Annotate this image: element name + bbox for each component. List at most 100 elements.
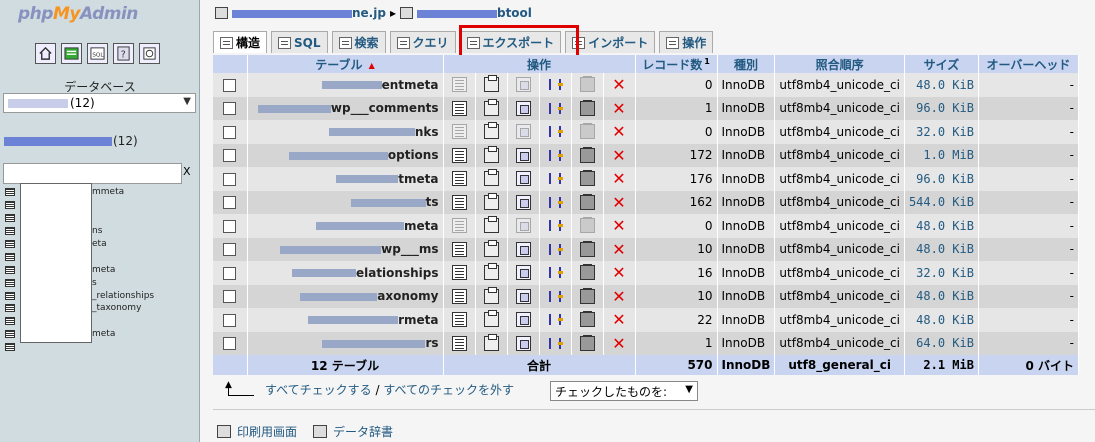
browse-icon[interactable] xyxy=(451,194,467,210)
tab-import[interactable]: インポート xyxy=(565,31,656,53)
table-name-link[interactable]: wp___comments xyxy=(247,96,444,120)
data-dictionary-link[interactable]: データ辞書 xyxy=(333,423,393,440)
search-icon[interactable] xyxy=(515,147,531,163)
row-checkbox[interactable] xyxy=(223,102,237,116)
table-name-link[interactable]: ts xyxy=(247,190,444,214)
table-size[interactable]: 1.0 MiB xyxy=(904,143,979,167)
table-name-link[interactable]: axonomy xyxy=(247,284,444,308)
drop-icon[interactable]: ✕ xyxy=(612,288,627,304)
sql-docs-icon[interactable]: SQL xyxy=(87,43,108,64)
database-select[interactable]: (12) ▼ xyxy=(3,93,196,113)
table-name-link[interactable]: elationships xyxy=(247,261,444,285)
row-checkbox[interactable] xyxy=(223,125,237,139)
table-size[interactable]: 544.0 KiB xyxy=(904,190,979,214)
home-icon[interactable] xyxy=(35,43,56,64)
structure-icon[interactable] xyxy=(483,122,499,140)
table-size[interactable]: 32.0 KiB xyxy=(904,120,979,144)
insert-icon[interactable] xyxy=(548,265,563,280)
empty-table-icon[interactable] xyxy=(579,217,595,234)
structure-icon[interactable] xyxy=(483,263,499,281)
current-database-link[interactable]: (12) xyxy=(4,134,138,148)
breadcrumb-server[interactable]: ne.jp xyxy=(232,6,386,20)
row-checkbox[interactable] xyxy=(223,266,237,280)
tab-query[interactable]: クエリ xyxy=(389,31,456,53)
browse-icon[interactable] xyxy=(451,171,467,187)
insert-icon[interactable] xyxy=(548,336,563,351)
drop-icon[interactable]: ✕ xyxy=(612,218,627,234)
drop-icon[interactable]: ✕ xyxy=(612,241,627,257)
structure-icon[interactable] xyxy=(483,169,499,187)
size-column-header[interactable]: サイズ xyxy=(904,55,979,73)
empty-table-icon[interactable] xyxy=(579,264,595,281)
empty-table-icon[interactable] xyxy=(579,76,595,93)
empty-table-icon[interactable] xyxy=(579,287,595,304)
overhead-column-header[interactable]: オーバーヘッド xyxy=(978,55,1079,73)
browse-icon[interactable] xyxy=(451,288,467,304)
search-icon[interactable] xyxy=(515,241,531,257)
changelog-icon[interactable] xyxy=(139,43,160,64)
tab-export[interactable]: エクスポート xyxy=(459,31,562,53)
table-name-link[interactable]: options xyxy=(247,143,444,167)
collation-column-header[interactable]: 照合順序 xyxy=(774,55,905,73)
check-all-link[interactable]: すべてチェックする xyxy=(265,381,372,398)
table-size[interactable]: 48.0 KiB xyxy=(904,237,979,261)
structure-icon[interactable] xyxy=(483,145,499,163)
drop-icon[interactable]: ✕ xyxy=(612,312,627,328)
insert-icon[interactable] xyxy=(548,195,563,210)
uncheck-all-link[interactable]: すべてのチェックを外す xyxy=(383,381,514,398)
insert-icon[interactable] xyxy=(548,218,563,233)
with-selected-select[interactable]: チェックしたものを: ▼ xyxy=(550,381,698,401)
search-icon[interactable] xyxy=(515,100,531,116)
empty-table-icon[interactable] xyxy=(579,334,595,351)
drop-icon[interactable]: ✕ xyxy=(612,265,627,281)
row-checkbox[interactable] xyxy=(223,313,237,327)
records-column-header[interactable]: レコード数 1 xyxy=(635,55,718,73)
table-name-link[interactable]: rmeta xyxy=(247,308,444,332)
structure-icon[interactable] xyxy=(483,239,499,257)
insert-icon[interactable] xyxy=(548,242,563,257)
docs-icon[interactable]: ? xyxy=(113,43,134,64)
drop-icon[interactable]: ✕ xyxy=(612,147,627,163)
insert-icon[interactable] xyxy=(548,148,563,163)
print-view-link[interactable]: 印刷用画面 xyxy=(237,423,297,440)
browse-icon[interactable] xyxy=(451,77,467,93)
browse-icon[interactable] xyxy=(451,147,467,163)
table-size[interactable]: 64.0 KiB xyxy=(904,331,979,355)
tab-operations[interactable]: 操作 xyxy=(659,31,714,53)
table-name-link[interactable]: nks xyxy=(247,120,444,144)
drop-icon[interactable]: ✕ xyxy=(612,77,627,93)
structure-icon[interactable] xyxy=(483,75,499,93)
structure-icon[interactable] xyxy=(483,192,499,210)
table-name-link[interactable]: wp___ms xyxy=(247,237,444,261)
structure-icon[interactable] xyxy=(483,310,499,328)
structure-icon[interactable] xyxy=(483,98,499,116)
structure-icon[interactable] xyxy=(483,216,499,234)
insert-icon[interactable] xyxy=(548,124,563,139)
insert-icon[interactable] xyxy=(548,171,563,186)
drop-icon[interactable]: ✕ xyxy=(612,194,627,210)
search-icon[interactable] xyxy=(515,265,531,281)
search-icon[interactable] xyxy=(515,194,531,210)
drop-icon[interactable]: ✕ xyxy=(612,100,627,116)
search-icon[interactable] xyxy=(515,288,531,304)
search-icon[interactable] xyxy=(515,312,531,328)
empty-table-icon[interactable] xyxy=(579,123,595,140)
structure-icon[interactable] xyxy=(483,286,499,304)
empty-table-icon[interactable] xyxy=(579,193,595,210)
empty-table-icon[interactable] xyxy=(579,311,595,328)
table-size[interactable]: 32.0 KiB xyxy=(904,261,979,285)
tab-structure[interactable]: 構造 xyxy=(213,31,268,53)
insert-icon[interactable] xyxy=(548,101,563,116)
row-checkbox[interactable] xyxy=(223,337,237,351)
browse-icon[interactable] xyxy=(451,124,467,140)
search-icon[interactable] xyxy=(515,218,531,234)
browse-icon[interactable] xyxy=(451,100,467,116)
table-size[interactable]: 48.0 KiB xyxy=(904,284,979,308)
tab-sql[interactable]: SQL xyxy=(271,31,328,53)
insert-icon[interactable] xyxy=(548,77,563,92)
insert-icon[interactable] xyxy=(548,289,563,304)
empty-table-icon[interactable] xyxy=(579,170,595,187)
table-size[interactable]: 96.0 KiB xyxy=(904,96,979,120)
table-name-link[interactable]: tmeta xyxy=(247,167,444,191)
browse-icon[interactable] xyxy=(451,265,467,281)
